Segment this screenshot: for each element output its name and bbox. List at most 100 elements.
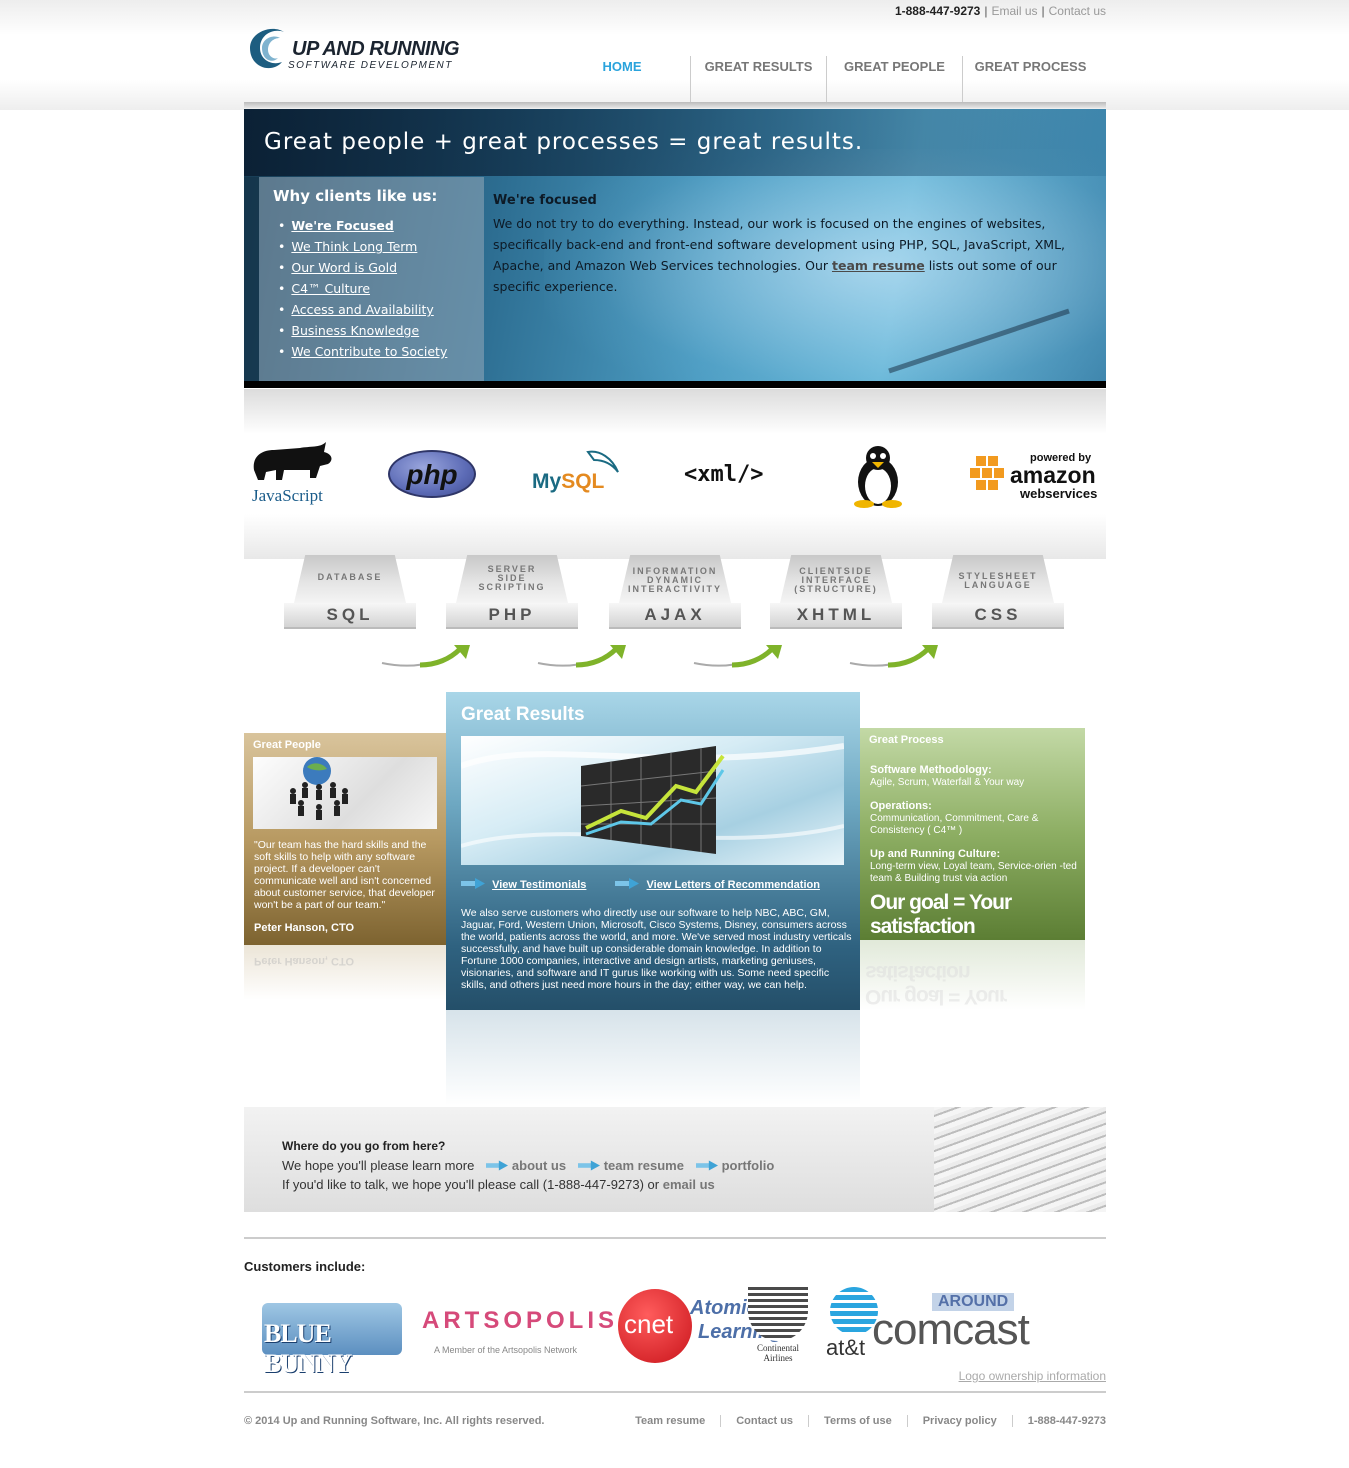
divider — [244, 1391, 1106, 1393]
customers-title: Customers include: — [244, 1259, 366, 1274]
why-list: We're Focused We Think Long Term Our Wor… — [278, 215, 447, 362]
skill-ajax: INFORMATION DYNAMIC INTERACTIVITY AJAX — [609, 555, 741, 629]
footer-phone: 1-888-447-9273 — [1011, 1415, 1106, 1427]
process-methodology: Software Methodology: Agile, Scrum, Water… — [870, 764, 1025, 788]
team-resume-link[interactable]: team resume — [832, 258, 925, 273]
logo-ownership-link[interactable]: Logo ownership information — [959, 1369, 1106, 1383]
results-chart-image — [459, 736, 845, 865]
skill-css: STYLESHEET LANGUAGE CSS — [932, 555, 1064, 629]
email-us-link[interactable]: email us — [663, 1177, 715, 1192]
pen-icon — [888, 308, 1070, 374]
hero-banner: Great people + great processes = great r… — [244, 109, 1106, 388]
top-email-link[interactable]: Email us — [991, 4, 1037, 18]
code-printout-image — [934, 1107, 1106, 1212]
footer-team-resume-link[interactable]: Team resume — [620, 1415, 720, 1427]
content-title: We're focused — [493, 193, 597, 208]
logo-swirl-icon — [250, 28, 284, 69]
php-logo: php — [388, 450, 476, 498]
comcast-logo: AROUND comcast — [872, 1293, 1030, 1354]
people-author-reflection: Peter Hanson, CTO — [254, 955, 355, 967]
people-quote-author: Peter Hanson, CTO — [254, 922, 355, 934]
cnet-logo: cnet — [618, 1289, 692, 1363]
why-item-access[interactable]: Access and Availability — [278, 299, 447, 320]
javascript-logo: JavaScript — [250, 440, 340, 510]
green-arrow-icon — [849, 645, 938, 668]
why-item-word-gold[interactable]: Our Word is Gold — [278, 257, 447, 278]
footer-links: Team resume Contact us Terms of use Priv… — [620, 1415, 1106, 1427]
continental-logo: Continental Airlines — [746, 1287, 810, 1365]
top-contact-link[interactable]: Contact us — [1049, 4, 1106, 18]
great-people-heading: Great People — [253, 739, 321, 751]
why-item-society[interactable]: We Contribute to Society — [278, 341, 447, 362]
content-text: We do not try to do everything. Instead,… — [493, 216, 1066, 294]
green-arrow-icon — [381, 645, 470, 668]
penguin-icon — [854, 446, 902, 508]
top-phone: 1-888-447-9273 — [894, 4, 981, 18]
aws-cubes-icon — [970, 456, 1004, 490]
next-steps-panel: Where do you go from here? We hope you'l… — [244, 1107, 1106, 1212]
artsopolis-logo: ARTSOPOLIS A Member of the Artsopolis Ne… — [422, 1307, 619, 1355]
team-resume-link-bottom[interactable]: team resume — [604, 1158, 684, 1173]
nav-great-process[interactable]: GREAT PROCESS — [962, 56, 1098, 102]
customer-logos: BLUE BUNNY ARTSOPOLIS A Member of the Ar… — [252, 1283, 1092, 1378]
footer-contact-link[interactable]: Contact us — [720, 1415, 808, 1427]
why-item-business[interactable]: Business Knowledge — [278, 320, 447, 341]
hero-panel-edge — [244, 177, 259, 381]
about-us-link[interactable]: about us — [512, 1158, 566, 1173]
process-goal-reflection: Our goal = Your satisfaction — [865, 961, 1007, 1008]
why-item-c4-culture[interactable]: C4™ Culture — [278, 278, 447, 299]
nav-great-people[interactable]: GREAT PEOPLE — [826, 56, 962, 102]
footer-terms-link[interactable]: Terms of use — [808, 1415, 907, 1427]
page-wrapper: 1-888-447-9273 | Email us | Contact us UP AN… — [244, 0, 1106, 1468]
great-process-panel[interactable]: Great Process Software Methodology: Agile… — [860, 728, 1085, 1010]
company-logo[interactable]: UP AND RUNNING SOFTWARE DEVELOPMENT — [244, 24, 484, 74]
blue-arrow-icon — [695, 1160, 718, 1171]
copyright: © 2014 Up and Running Software, Inc. All… — [244, 1415, 545, 1427]
blue-arrow-icon — [577, 1160, 600, 1171]
view-letters-link[interactable]: View Letters of Recommendation — [647, 879, 820, 891]
people-quote: "Our team has the hard skills and the so… — [254, 839, 435, 911]
main-nav: HOME GREAT RESULTS GREAT PEOPLE GREAT PR… — [554, 56, 1098, 102]
footer-privacy-link[interactable]: Privacy policy — [906, 1415, 1012, 1427]
why-item-focused[interactable]: We're Focused — [278, 215, 447, 236]
xml-logo: <xml/> — [684, 462, 764, 487]
next-steps-question: Where do you go from here? — [282, 1139, 446, 1153]
why-item-long-term[interactable]: We Think Long Term — [278, 236, 447, 257]
results-links: View Testimonials View Letters of Recomm… — [461, 878, 820, 891]
mysql-logo: MySQL — [532, 450, 632, 520]
great-results-panel[interactable]: Great Results View Testimonials View Let… — [446, 692, 860, 1105]
linux-tux-logo — [850, 444, 910, 514]
process-culture: Up and Running Culture: Long-term view, L… — [870, 848, 1077, 884]
process-operations: Operations: Communication, Commitment, Ca… — [870, 800, 1039, 836]
skill-php: SERVER SIDE SCRIPTING PHP — [446, 555, 578, 629]
green-arrow-icon — [693, 645, 782, 668]
process-goal: Our goal = Your satisfaction — [870, 891, 1012, 938]
green-arrow-icon — [537, 645, 626, 668]
great-process-heading: Great Process — [869, 734, 944, 746]
portfolio-link[interactable]: portfolio — [722, 1158, 775, 1173]
hero-bottom-bar — [244, 381, 1106, 388]
next-steps-line2: If you'd like to talk, we hope you'll pl… — [282, 1177, 715, 1192]
results-reflection — [446, 1010, 860, 1105]
logo-title: UP AND RUNNING — [292, 38, 460, 60]
skill-sql: DATABASE SQL — [284, 555, 416, 629]
growth-chart-icon — [459, 743, 845, 854]
bluebunny-logo: BLUE BUNNY — [252, 1295, 412, 1378]
nav-great-results[interactable]: GREAT RESULTS — [690, 56, 826, 102]
people-reflection — [244, 945, 446, 1000]
great-results-heading: Great Results — [461, 704, 585, 725]
blue-arrow-icon — [461, 878, 485, 889]
top-contact-bar: 1-888-447-9273 | Email us | Contact us — [894, 4, 1106, 18]
logo-subtitle: SOFTWARE DEVELOPMENT — [288, 60, 453, 71]
blue-arrow-icon — [615, 878, 640, 889]
blue-arrow-icon — [485, 1160, 508, 1171]
nav-home[interactable]: HOME — [554, 56, 690, 102]
view-testimonials-link[interactable]: View Testimonials — [492, 879, 586, 891]
results-body-text: We also serve customers who directly use… — [461, 907, 852, 991]
hero-title: Great people + great processes = great r… — [264, 129, 864, 155]
globe-people-icon — [290, 757, 348, 820]
aws-logo: powered by amazon webservices — [968, 452, 1098, 522]
rhino-icon — [253, 442, 332, 480]
why-title: Why clients like us: — [273, 187, 438, 205]
great-people-panel[interactable]: Great People "Our team has the hard skil… — [244, 733, 446, 1000]
